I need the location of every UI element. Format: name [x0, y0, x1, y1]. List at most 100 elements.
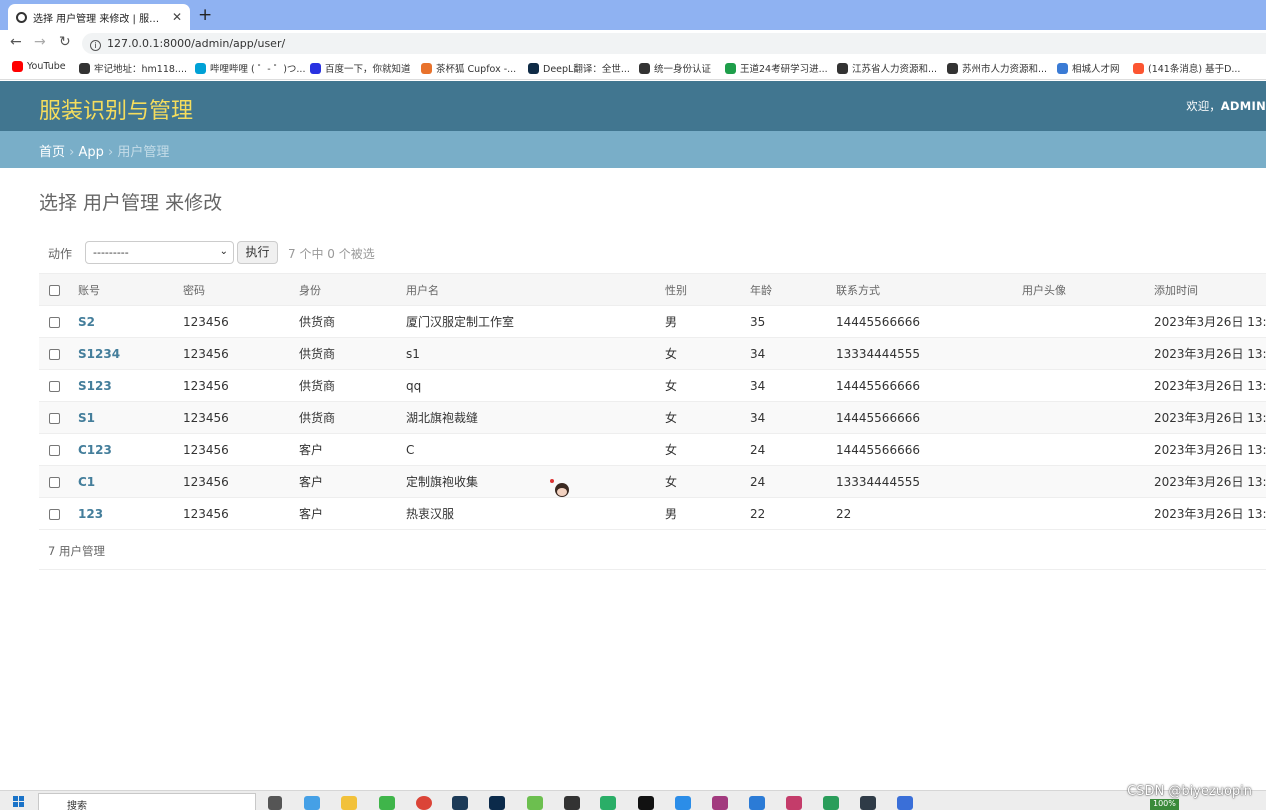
- avatar-cell: [1022, 305, 1154, 338]
- forward-arrow-icon[interactable]: →: [34, 34, 46, 50]
- account-link[interactable]: C123: [78, 433, 183, 466]
- select-all-checkbox[interactable]: [49, 284, 60, 296]
- photoshop-icon[interactable]: [489, 796, 505, 810]
- info-icon[interactable]: i: [90, 40, 101, 51]
- breadcrumb-separator: ›: [103, 145, 118, 160]
- column-header-phone[interactable]: 联系方式: [836, 273, 1022, 306]
- winrar-icon[interactable]: [712, 796, 728, 810]
- bookmark-item[interactable]: 茶杯狐 Cupfox -...: [421, 61, 516, 75]
- battery-indicator: 100%: [1150, 799, 1179, 810]
- bookmark-item[interactable]: 统一身份认证: [639, 61, 711, 75]
- age-cell: 24: [750, 433, 836, 466]
- column-header-password[interactable]: 密码: [183, 273, 299, 306]
- row-checkbox-cell: [39, 369, 78, 402]
- reload-icon[interactable]: ↻: [59, 34, 71, 50]
- task-view-icon[interactable]: [268, 796, 282, 810]
- wechat-icon[interactable]: [600, 796, 616, 810]
- taskbar-search[interactable]: 搜索: [38, 793, 256, 810]
- browser-tab[interactable]: 选择 用户管理 来修改 | 服装识别与 ✕: [8, 4, 190, 30]
- password-cell: 123456: [183, 305, 299, 338]
- app-icon[interactable]: [527, 796, 543, 810]
- bookmark-favicon-icon: [725, 62, 736, 74]
- account-link[interactable]: S1: [78, 401, 183, 434]
- windows-start-icon[interactable]: [13, 796, 25, 808]
- os-taskbar: 搜索: [0, 790, 1266, 810]
- url-text: 127.0.0.1:8000/admin/app/user/: [107, 37, 286, 50]
- row-checkbox[interactable]: [49, 444, 60, 456]
- bookmark-item[interactable]: 相城人才网: [1057, 61, 1120, 75]
- column-header-gender[interactable]: 性别: [665, 273, 750, 306]
- close-tab-icon[interactable]: ✕: [172, 10, 182, 24]
- bookmark-item[interactable]: 苏州市人力资源和...: [947, 61, 1047, 75]
- gender-cell: 男: [665, 305, 750, 338]
- bookmark-item[interactable]: 江苏省人力资源和...: [837, 61, 937, 75]
- password-cell: 123456: [183, 401, 299, 434]
- password-cell: 123456: [183, 337, 299, 370]
- breadcrumb-home-link[interactable]: 首页: [39, 145, 65, 160]
- row-checkbox[interactable]: [49, 508, 60, 520]
- bookmark-item[interactable]: 王道24考研学习进...: [725, 61, 828, 75]
- account-link[interactable]: C1: [78, 465, 183, 498]
- gender-cell: 女: [665, 465, 750, 498]
- qq-icon[interactable]: [638, 796, 654, 810]
- gender-cell: 女: [665, 337, 750, 370]
- gender-cell: 女: [665, 401, 750, 434]
- chrome-icon[interactable]: [416, 796, 432, 810]
- lightroom-icon[interactable]: [452, 796, 468, 810]
- column-header-added[interactable]: 添加时间: [1154, 273, 1266, 306]
- bookmark-item[interactable]: 百度一下，你就知道: [310, 61, 411, 75]
- row-checkbox[interactable]: [49, 476, 60, 488]
- bookmark-label: 统一身份认证: [654, 64, 712, 75]
- account-link[interactable]: 123: [78, 497, 183, 530]
- row-checkbox[interactable]: [49, 316, 60, 328]
- breadcrumb-app-link[interactable]: App: [78, 145, 103, 160]
- bookmark-favicon-icon: [1133, 62, 1144, 74]
- bookmark-label: 江苏省人力资源和...: [852, 64, 938, 75]
- site-brand[interactable]: 服装识别与管理: [39, 93, 193, 125]
- edge-icon[interactable]: [304, 796, 320, 810]
- address-toolbar: ← → ↻ i 127.0.0.1:8000/admin/app/user/: [0, 30, 1266, 56]
- column-header-avatar[interactable]: 用户头像: [1022, 273, 1154, 306]
- row-checkbox[interactable]: [49, 412, 60, 424]
- back-arrow-icon[interactable]: ←: [10, 34, 22, 50]
- row-checkbox[interactable]: [49, 380, 60, 392]
- role-cell: 供货商: [299, 305, 406, 338]
- watermark: CSDN @biyezuopin: [1127, 784, 1252, 799]
- app-icon[interactable]: [379, 796, 395, 810]
- role-cell: 供货商: [299, 369, 406, 402]
- column-header-role[interactable]: 身份: [299, 273, 406, 306]
- phone-cell: 14445566666: [836, 305, 1022, 338]
- gender-cell: 男: [665, 497, 750, 530]
- column-header-username[interactable]: 用户名: [406, 273, 665, 306]
- username-cell: s1: [406, 337, 665, 370]
- bookmark-item[interactable]: 哔哩哔哩 ( ゜- ゜)つ...: [195, 61, 305, 75]
- phone-cell: 13334444555: [836, 337, 1022, 370]
- gender-cell: 女: [665, 369, 750, 402]
- bookmark-item[interactable]: (141条消息) 基于D...: [1133, 61, 1240, 75]
- app-icon[interactable]: [675, 796, 691, 810]
- row-checkbox[interactable]: [49, 348, 60, 360]
- bookmark-item[interactable]: YouTube: [12, 61, 66, 72]
- bookmark-favicon-icon: [12, 61, 23, 72]
- account-link[interactable]: S2: [78, 305, 183, 338]
- bookmark-item[interactable]: 牢记地址：hm118....: [79, 61, 187, 75]
- account-link[interactable]: S123: [78, 369, 183, 402]
- new-tab-button[interactable]: +: [198, 5, 212, 25]
- app-icon[interactable]: [860, 796, 876, 810]
- intellij-icon[interactable]: [786, 796, 802, 810]
- app-icon[interactable]: [564, 796, 580, 810]
- action-select[interactable]: --------- ⌄: [85, 241, 234, 264]
- vscode-icon[interactable]: [749, 796, 765, 810]
- bookmark-favicon-icon: [195, 62, 206, 74]
- app-icon[interactable]: [897, 796, 913, 810]
- column-header-account[interactable]: 账号: [78, 273, 183, 306]
- bookmark-favicon-icon: [947, 62, 958, 74]
- column-header-age[interactable]: 年龄: [750, 273, 836, 306]
- bookmark-item[interactable]: DeepL翻译：全世...: [528, 61, 630, 75]
- password-cell: 123456: [183, 433, 299, 466]
- account-link[interactable]: S1234: [78, 337, 183, 370]
- run-action-button[interactable]: 执行: [237, 241, 278, 264]
- file-explorer-icon[interactable]: [341, 796, 357, 810]
- url-field[interactable]: i 127.0.0.1:8000/admin/app/user/: [82, 33, 1266, 54]
- pycharm-icon[interactable]: [823, 796, 839, 810]
